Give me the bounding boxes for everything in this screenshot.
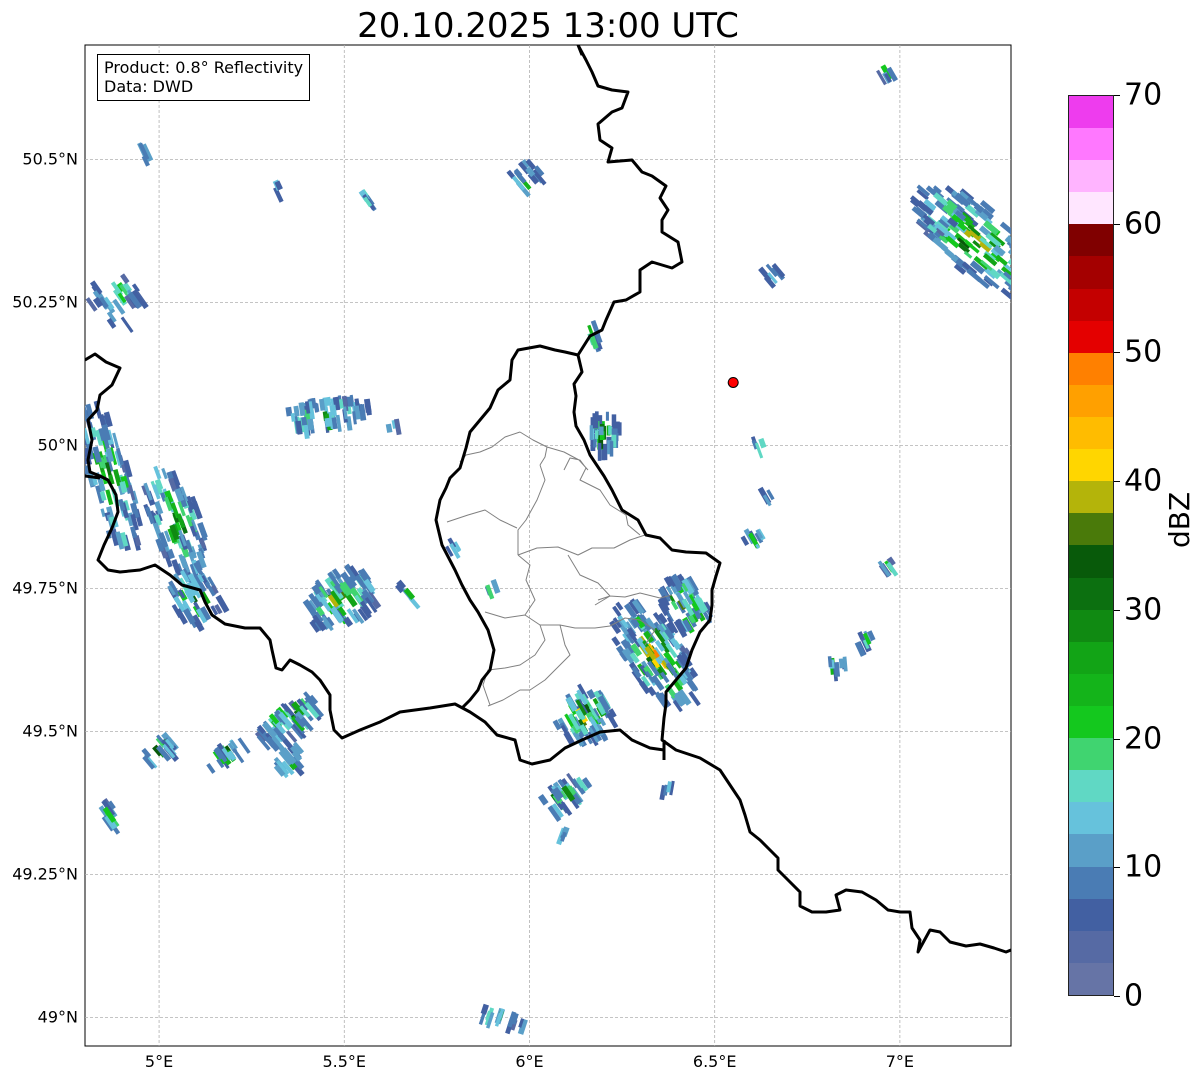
colorbar-tick bbox=[1114, 996, 1120, 997]
echo-pixel bbox=[1015, 285, 1029, 298]
colorbar-segment bbox=[1069, 513, 1113, 546]
colorbar-tick-label: 40 bbox=[1124, 463, 1163, 499]
lat-tick-label: 50.5°N bbox=[22, 149, 78, 169]
colorbar-segment bbox=[1069, 770, 1113, 803]
colorbar-tick bbox=[1114, 95, 1120, 96]
echo-pixel bbox=[605, 411, 609, 421]
echo-pixel bbox=[595, 430, 599, 439]
colorbar-segment bbox=[1069, 192, 1113, 225]
lat-tick-label: 49.5°N bbox=[22, 721, 78, 741]
echo-pixel bbox=[838, 658, 844, 669]
echo-pixel bbox=[1016, 265, 1030, 277]
colorbar-segment bbox=[1069, 577, 1113, 610]
colorbar-segment bbox=[1069, 898, 1113, 931]
lat-tick-label: 49.25°N bbox=[12, 864, 78, 884]
colorbar-tick bbox=[1114, 352, 1120, 354]
colorbar-segment bbox=[1069, 641, 1113, 674]
echo-pixel bbox=[1022, 253, 1034, 264]
lon-tick-label: 5°E bbox=[144, 1052, 174, 1071]
echo-pixel bbox=[1011, 285, 1023, 296]
lat-tick-label: 49.75°N bbox=[12, 578, 78, 598]
echo-pixel bbox=[592, 413, 599, 429]
echo-pixel bbox=[1012, 271, 1026, 284]
colorbar-tick bbox=[1114, 481, 1120, 483]
lat-tick-label: 49°N bbox=[37, 1007, 78, 1027]
colorbar-segment bbox=[1069, 545, 1113, 578]
lat-tick-label: 50°N bbox=[37, 435, 78, 455]
lon-tick-label: 6°E bbox=[515, 1052, 544, 1071]
colorbar-segment bbox=[1069, 95, 1113, 129]
colorbar-segment bbox=[1069, 866, 1113, 899]
colorbar-segment bbox=[1069, 417, 1113, 450]
colorbar-segment bbox=[1069, 320, 1113, 353]
echo-pixel bbox=[1009, 244, 1011, 259]
product-label: Product: 0.8° Reflectivity bbox=[104, 58, 304, 77]
echo-pixel bbox=[1017, 251, 1032, 264]
colorbar-tick-label: 70 bbox=[1124, 77, 1163, 113]
colorbar-segment bbox=[1069, 834, 1113, 867]
colorbar-segment bbox=[1069, 802, 1113, 835]
echo-pixel bbox=[1018, 282, 1028, 291]
echo-pixel bbox=[1012, 234, 1020, 242]
data-source-label: Data: DWD bbox=[104, 77, 194, 96]
colorbar-tick bbox=[1114, 738, 1120, 740]
echo-pixel bbox=[1010, 264, 1011, 278]
echo-pixel bbox=[1026, 262, 1038, 273]
echo-pixel bbox=[1017, 245, 1025, 253]
radar-map bbox=[84, 44, 1041, 1047]
echo-pixel bbox=[609, 441, 614, 457]
colorbar-segment bbox=[1069, 706, 1113, 739]
site-marker-layer bbox=[727, 376, 739, 388]
colorbar-segment bbox=[1069, 930, 1113, 963]
colorbar-tick-label: 30 bbox=[1124, 592, 1163, 628]
colorbar-segment bbox=[1069, 288, 1113, 321]
colorbar-tick bbox=[1114, 867, 1120, 869]
colorbar-tick-label: 60 bbox=[1124, 206, 1163, 242]
colorbar-title: dBZ bbox=[1163, 491, 1196, 548]
colorbar-segment bbox=[1069, 128, 1113, 161]
echo-pixel bbox=[608, 426, 613, 435]
echo-pixel bbox=[598, 426, 604, 436]
colorbar-tick-label: 0 bbox=[1124, 978, 1144, 1014]
lon-tick-label: 5.5°E bbox=[322, 1052, 367, 1071]
colorbar-segment bbox=[1069, 449, 1113, 482]
colorbar-segment bbox=[1069, 256, 1113, 289]
product-info-box: Product: 0.8° Reflectivity Data: DWD bbox=[97, 54, 311, 101]
colorbar bbox=[1068, 95, 1114, 996]
colorbar-segment bbox=[1069, 160, 1113, 193]
lat-tick-label: 50.25°N bbox=[12, 292, 78, 312]
echo-pixel bbox=[1017, 286, 1030, 298]
echo-pixel bbox=[611, 414, 617, 428]
echo-pixel bbox=[1015, 261, 1029, 274]
colorbar-tick bbox=[1114, 223, 1120, 225]
colorbar-tick-label: 20 bbox=[1124, 721, 1163, 757]
echo-pixel bbox=[1018, 276, 1031, 287]
map-frame bbox=[84, 44, 1012, 1047]
radar-site-marker bbox=[727, 376, 739, 388]
echo-pixel bbox=[1019, 258, 1036, 274]
colorbar-segment bbox=[1069, 352, 1113, 385]
lon-tick-label: 6.5°E bbox=[692, 1052, 737, 1071]
echo-pixel bbox=[589, 425, 593, 441]
colorbar-segment bbox=[1069, 384, 1113, 418]
echo-pixel bbox=[1011, 264, 1021, 273]
echo-pixel bbox=[1010, 282, 1011, 293]
colorbar-segment bbox=[1069, 673, 1113, 707]
colorbar-segment bbox=[1069, 738, 1113, 771]
echo-pixel bbox=[597, 442, 602, 461]
colorbar-tick-label: 50 bbox=[1124, 334, 1163, 370]
colorbar-segment bbox=[1069, 481, 1113, 514]
lon-tick-label: 7°E bbox=[885, 1052, 915, 1071]
colorbar-tick-label: 10 bbox=[1124, 849, 1163, 885]
colorbar-segment bbox=[1069, 962, 1113, 995]
colorbar-tick bbox=[1114, 609, 1120, 611]
echo-pixel bbox=[1025, 273, 1041, 287]
echo-pixel bbox=[1015, 282, 1031, 296]
echo-pixel bbox=[1016, 237, 1031, 251]
colorbar-segment bbox=[1069, 609, 1113, 642]
colorbar-segment bbox=[1069, 224, 1113, 257]
